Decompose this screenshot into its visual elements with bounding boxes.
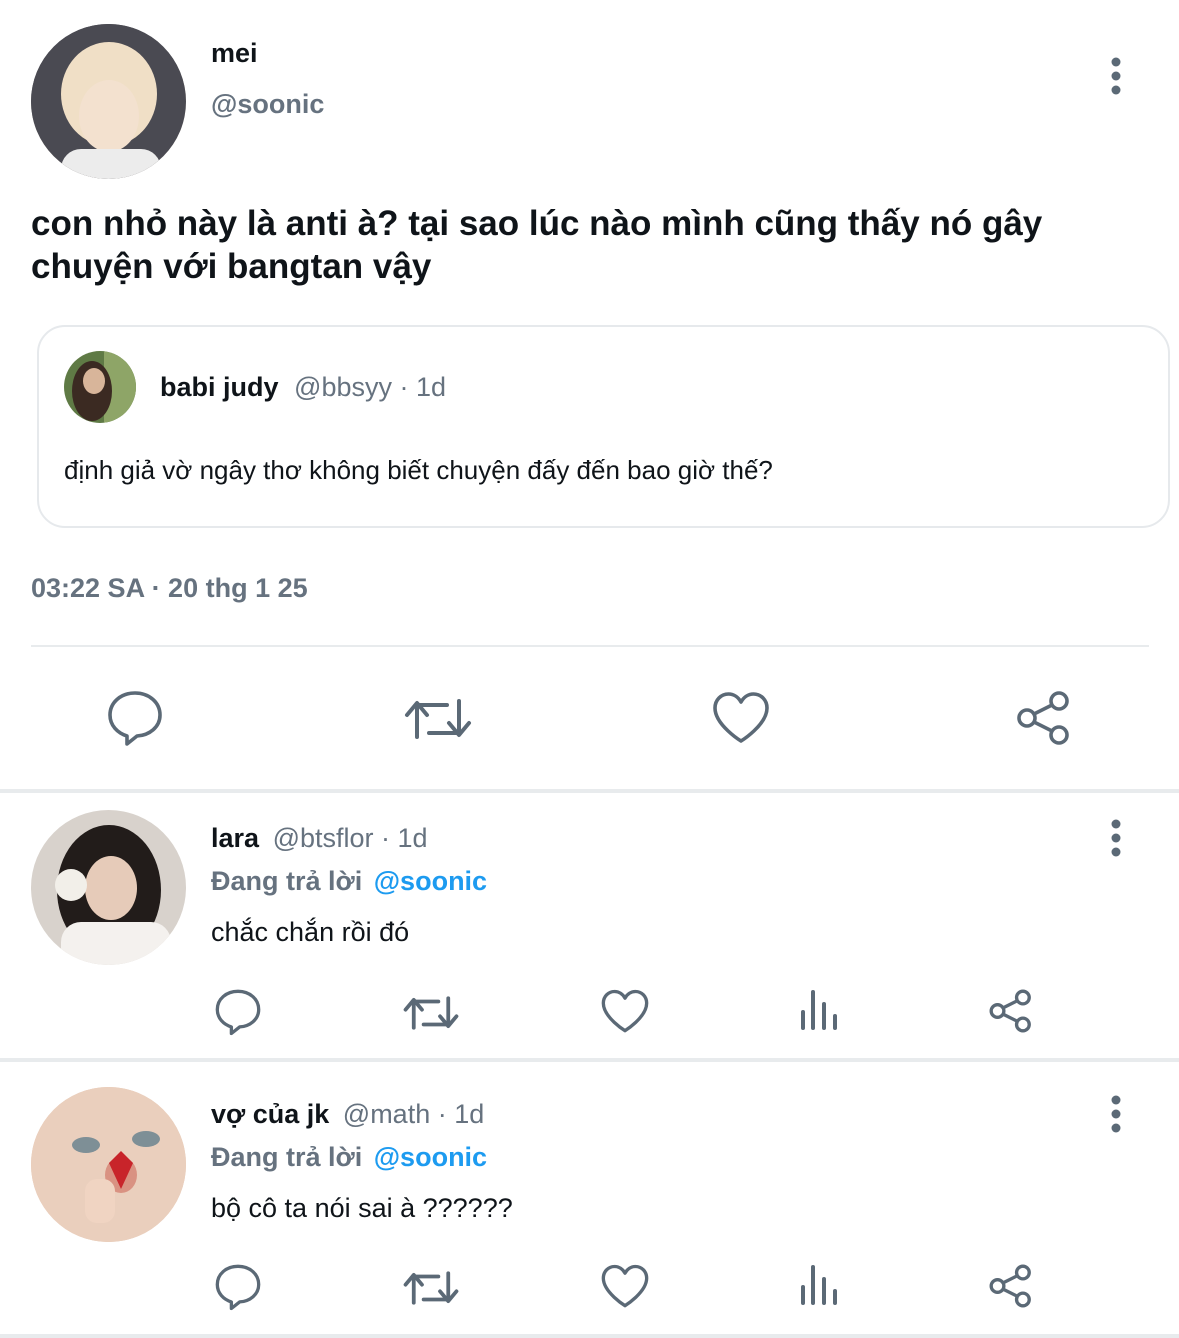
replying-label: Đang trả lời [211, 866, 363, 896]
reply-icon[interactable] [214, 1263, 262, 1311]
retweet-icon[interactable] [401, 990, 461, 1036]
reply-icon[interactable] [106, 689, 164, 747]
reply-author-handle[interactable]: @math [343, 1099, 430, 1129]
replying-to-line: Đang trả lời @soonic [211, 866, 487, 897]
reply-author-avatar[interactable] [31, 1087, 186, 1242]
divider [31, 645, 1149, 647]
quoted-age: 1d [416, 372, 447, 402]
reply-header: lara @btsflor · 1d [211, 823, 428, 854]
quoted-tweet-card[interactable]: babi judy @bbsyy · 1d định giả vờ ngây t… [37, 325, 1170, 528]
main-tweet-text-line1: con nhỏ này là anti à? tại sao lúc nào m… [31, 204, 1043, 243]
views-icon[interactable] [799, 988, 839, 1032]
reply-text: bộ cô ta nói sai à ?????? [211, 1193, 513, 1223]
avatar-photo [64, 351, 136, 423]
quoted-tweet-text: định giả vờ ngây thơ không biết chuyện đ… [64, 455, 773, 485]
avatar-photo [31, 24, 186, 179]
reply-sep: · [381, 823, 391, 853]
share-icon[interactable] [1015, 689, 1073, 747]
divider [0, 1334, 1179, 1338]
divider [0, 1058, 1179, 1062]
quoted-sep: · [399, 372, 409, 402]
divider [0, 789, 1179, 793]
more-icon[interactable] [1103, 56, 1129, 96]
replying-to-link[interactable]: @soonic [374, 866, 487, 896]
retweet-icon[interactable] [401, 1265, 461, 1311]
heart-icon[interactable] [600, 1264, 650, 1309]
main-author-handle[interactable]: @soonic [211, 89, 324, 120]
reply-age: 1d [397, 823, 428, 853]
reply-age: 1d [454, 1099, 485, 1129]
more-icon[interactable] [1103, 818, 1129, 858]
share-icon[interactable] [988, 1263, 1034, 1309]
heart-icon[interactable] [600, 989, 650, 1034]
reply-author-handle[interactable]: @btsflor [273, 823, 374, 853]
retweet-icon[interactable] [402, 691, 474, 747]
main-author-avatar[interactable] [31, 24, 186, 179]
main-tweet-timestamp[interactable]: 03:22 SA · 20 thg 1 25 [31, 573, 308, 604]
replying-label: Đang trả lời [211, 1142, 363, 1172]
reply-author-name[interactable]: vợ của jk [211, 1099, 329, 1129]
avatar-photo [31, 810, 186, 965]
views-icon[interactable] [799, 1263, 839, 1307]
quoted-author-handle[interactable]: @bbsyy [294, 372, 392, 402]
avatar-photo [31, 1087, 186, 1242]
share-icon[interactable] [988, 988, 1034, 1034]
replying-to-link[interactable]: @soonic [374, 1142, 487, 1172]
reply-sep: · [437, 1099, 447, 1129]
heart-icon[interactable] [711, 691, 771, 745]
reply-icon[interactable] [214, 988, 262, 1036]
main-author-name[interactable]: mei [211, 38, 258, 69]
quoted-author-avatar[interactable] [64, 351, 136, 423]
reply-author-name[interactable]: lara [211, 823, 259, 853]
replying-to-line: Đang trả lời @soonic [211, 1142, 487, 1173]
quoted-author-line: babi judy @bbsyy · 1d [160, 372, 446, 403]
more-icon[interactable] [1103, 1094, 1129, 1134]
quoted-author-name[interactable]: babi judy [160, 372, 279, 402]
reply-text: chắc chắn rồi đó [211, 917, 410, 947]
reply-author-avatar[interactable] [31, 810, 186, 965]
reply-header: vợ của jk @math · 1d [211, 1099, 484, 1130]
main-tweet-text-line2: chuyện với bangtan vậy [31, 247, 432, 286]
